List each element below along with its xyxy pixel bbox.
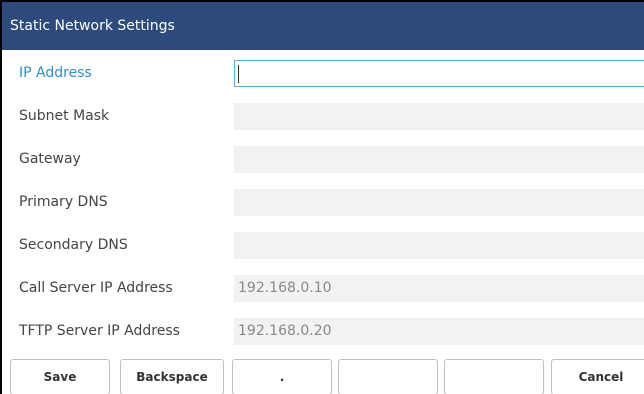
softkey-bar: Save Backspace . Cancel	[2, 357, 644, 394]
primary-dns-label: Primary DNS	[19, 194, 108, 210]
field-row-tftp-server-ip[interactable]: TFTP Server IP Address 192.168.0.20	[2, 310, 644, 353]
field-row-secondary-dns[interactable]: Secondary DNS	[2, 224, 644, 267]
softkey-4[interactable]	[338, 359, 438, 394]
primary-dns-input[interactable]	[234, 189, 644, 216]
field-row-subnet-mask[interactable]: Subnet Mask	[2, 95, 644, 138]
call-server-ip-input[interactable]: 192.168.0.10	[234, 275, 644, 302]
ip-address-label: IP Address	[19, 65, 92, 81]
save-button[interactable]: Save	[10, 359, 110, 394]
dot-button[interactable]: .	[232, 359, 332, 394]
tftp-server-ip-label: TFTP Server IP Address	[19, 323, 180, 339]
gateway-label: Gateway	[19, 151, 81, 167]
field-row-ip-address[interactable]: IP Address	[2, 52, 644, 95]
subnet-mask-label: Subnet Mask	[19, 108, 110, 124]
backspace-button[interactable]: Backspace	[120, 359, 224, 394]
softkey-5[interactable]	[444, 359, 544, 394]
text-caret	[238, 65, 239, 83]
ip-address-input[interactable]	[234, 60, 644, 87]
tftp-server-ip-input[interactable]: 192.168.0.20	[234, 318, 644, 345]
field-row-primary-dns[interactable]: Primary DNS	[2, 181, 644, 224]
cancel-button[interactable]: Cancel	[551, 359, 644, 394]
gateway-input[interactable]	[234, 146, 644, 173]
subnet-mask-input[interactable]	[234, 103, 644, 130]
secondary-dns-label: Secondary DNS	[19, 237, 128, 253]
field-row-call-server-ip[interactable]: Call Server IP Address 192.168.0.10	[2, 267, 644, 310]
call-server-ip-label: Call Server IP Address	[19, 280, 173, 296]
screen: Static Network Settings IP Address Subne…	[2, 2, 644, 394]
page-title: Static Network Settings	[2, 2, 644, 50]
secondary-dns-input[interactable]	[234, 232, 644, 259]
field-row-gateway[interactable]: Gateway	[2, 138, 644, 181]
